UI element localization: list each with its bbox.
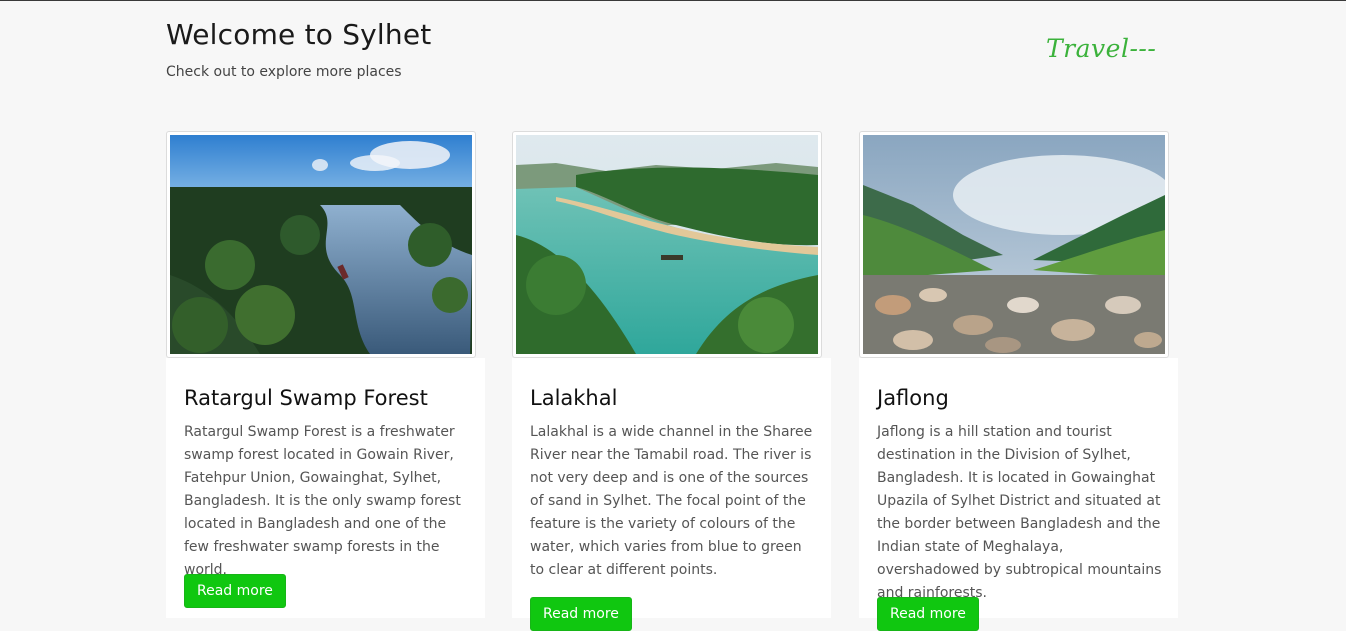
card-description: Lalakhal is a wide channel in the Sharee…: [530, 424, 813, 578]
hill-river-photo[interactable]: [863, 135, 1165, 354]
top-border: [0, 0, 1346, 1]
card-title: Jaflong: [877, 386, 949, 410]
page-subtitle: Check out to explore more places: [166, 64, 402, 80]
card-image-frame: [166, 131, 476, 358]
read-more-button[interactable]: Read more: [877, 597, 979, 631]
read-more-button[interactable]: Read more: [530, 597, 632, 631]
page-title: Welcome to Sylhet: [166, 18, 432, 51]
card-title: Lalakhal: [530, 386, 618, 410]
card-description: Jaflong is a hill station and tourist de…: [877, 424, 1162, 601]
river-channel-photo[interactable]: [516, 135, 818, 354]
card-title: Ratargul Swamp Forest: [184, 386, 428, 410]
card-lalakhal: Lalakhal Lalakhal is a wide channel in t…: [512, 358, 831, 631]
card-jaflong: Jaflong Jaflong is a hill station and to…: [859, 358, 1178, 631]
card-image-frame: [859, 131, 1169, 358]
card-image-frame: [512, 131, 822, 358]
brand-logo-text[interactable]: Travel---: [1046, 34, 1156, 63]
card-description: Ratargul Swamp Forest is a freshwater sw…: [184, 424, 461, 578]
card-ratargul: Ratargul Swamp Forest Ratargul Swamp For…: [166, 358, 485, 618]
swamp-forest-photo[interactable]: [170, 135, 472, 354]
read-more-button[interactable]: Read more: [184, 574, 286, 608]
